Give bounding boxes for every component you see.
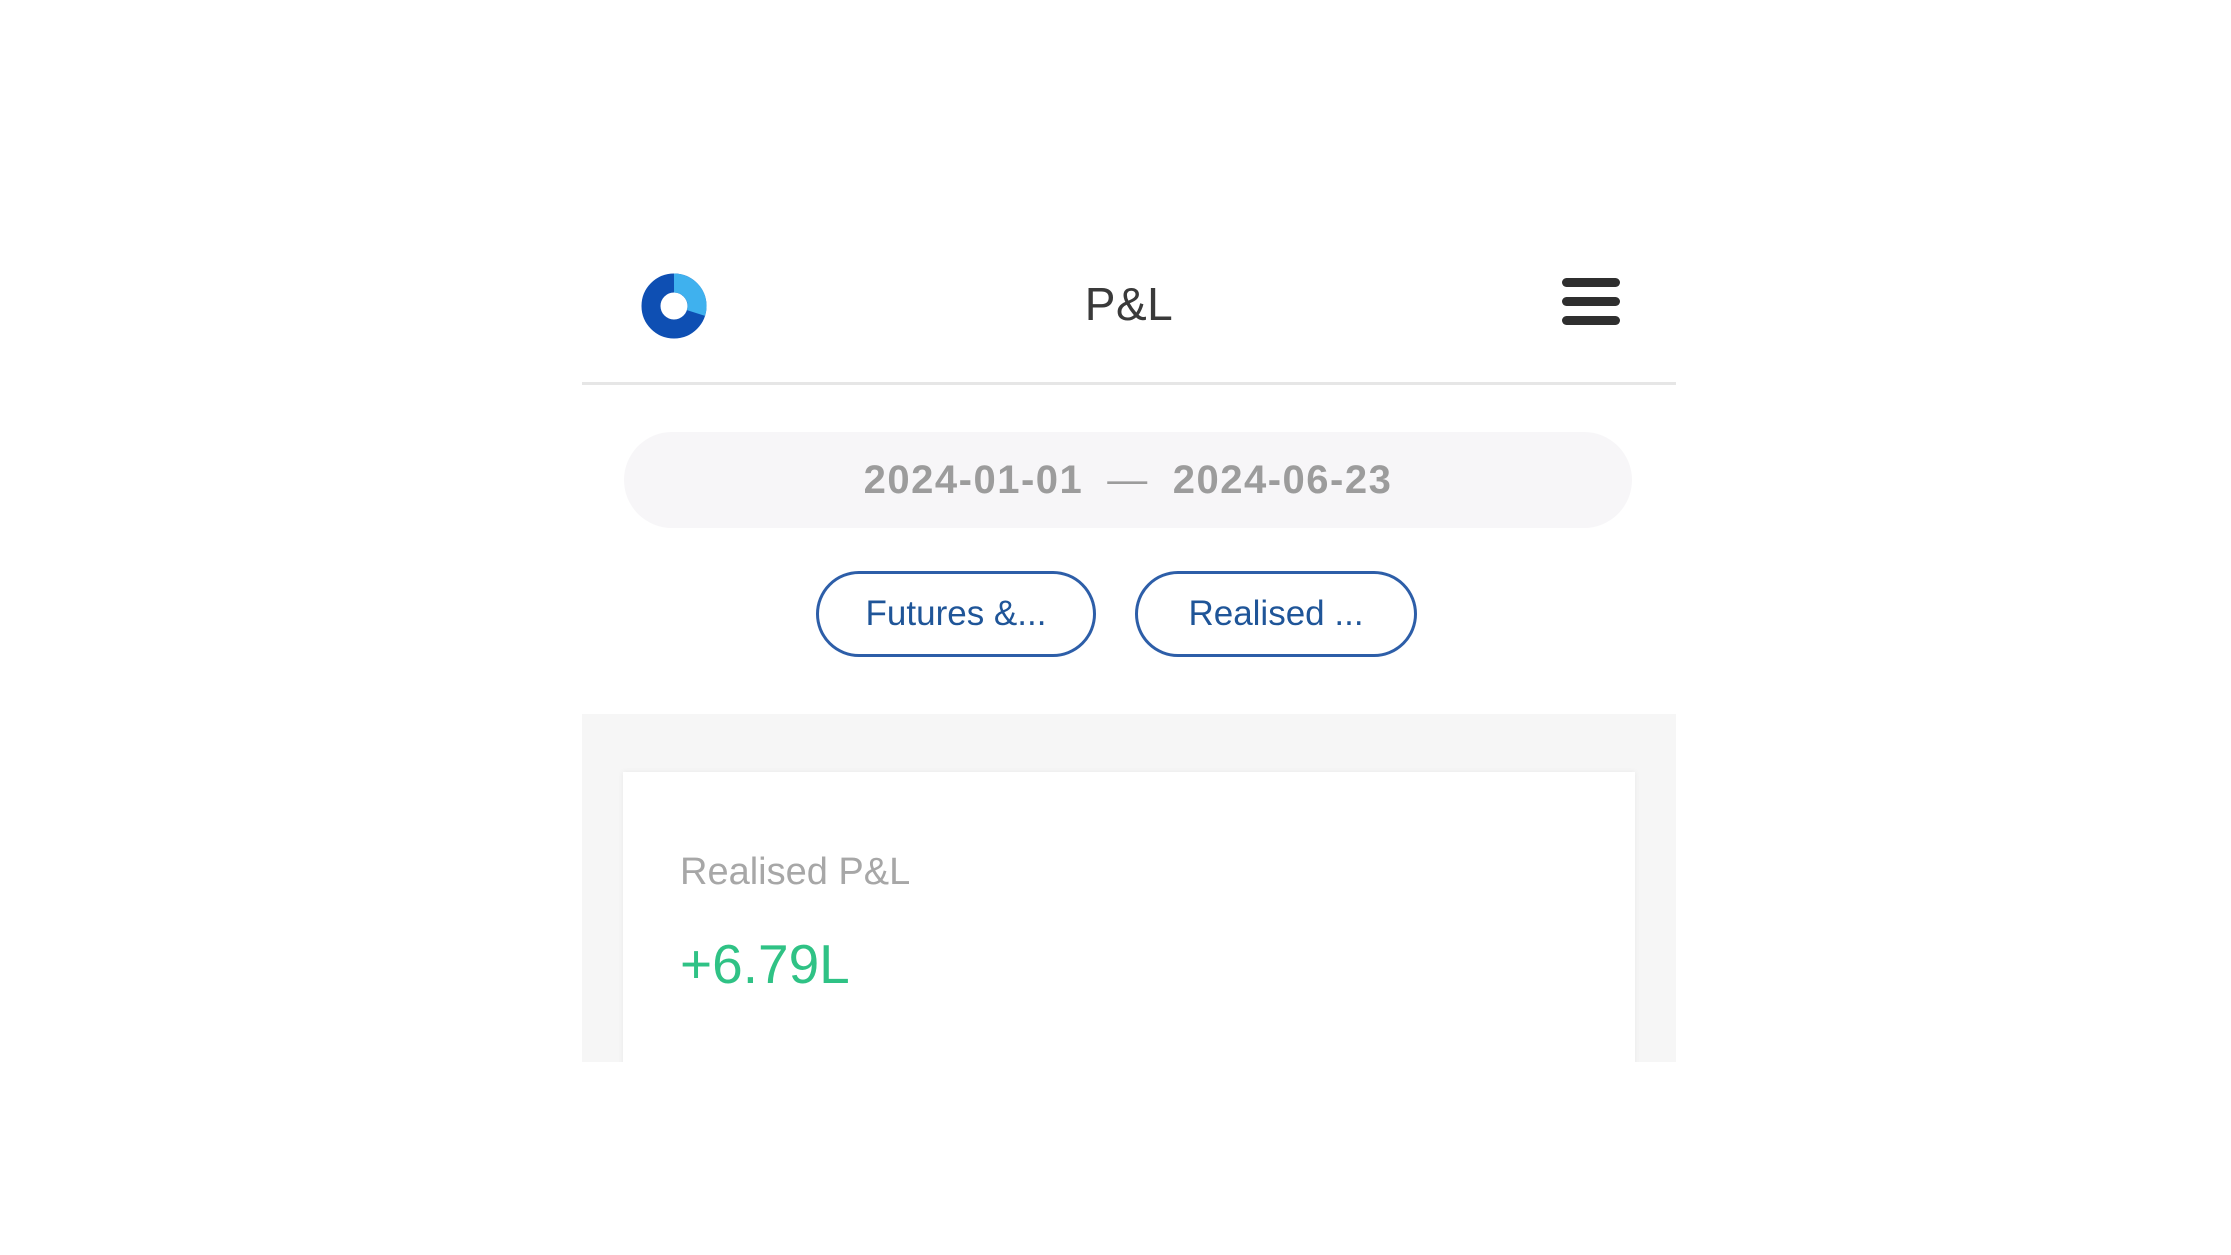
segment-filter-button[interactable]: Futures &... [816, 571, 1096, 657]
segment-filter-label: Futures &... [865, 594, 1047, 633]
content-area: Realised P&L +6.79L [582, 714, 1676, 1062]
start-date: 2024-01-01 [863, 457, 1084, 502]
pnl-type-filter-button[interactable]: Realised ... [1135, 571, 1417, 657]
realised-pnl-value: +6.79L [680, 933, 850, 995]
date-separator: — [1107, 457, 1149, 502]
end-date: 2024-06-23 [1172, 457, 1393, 502]
page-title: P&L [1084, 278, 1174, 330]
app-window: P&L 2024-01-01 — 2024-06-23 Futures &...… [582, 240, 1676, 1062]
top-bar: P&L [582, 240, 1676, 385]
realised-pnl-card: Realised P&L +6.79L [623, 772, 1635, 1062]
date-range-picker[interactable]: 2024-01-01 — 2024-06-23 [624, 432, 1632, 528]
pnl-type-filter-label: Realised ... [1188, 594, 1364, 633]
hamburger-menu-icon[interactable] [1562, 278, 1620, 326]
realised-pnl-label: Realised P&L [680, 851, 911, 893]
page: P&L 2024-01-01 — 2024-06-23 Futures &...… [0, 0, 2231, 1255]
